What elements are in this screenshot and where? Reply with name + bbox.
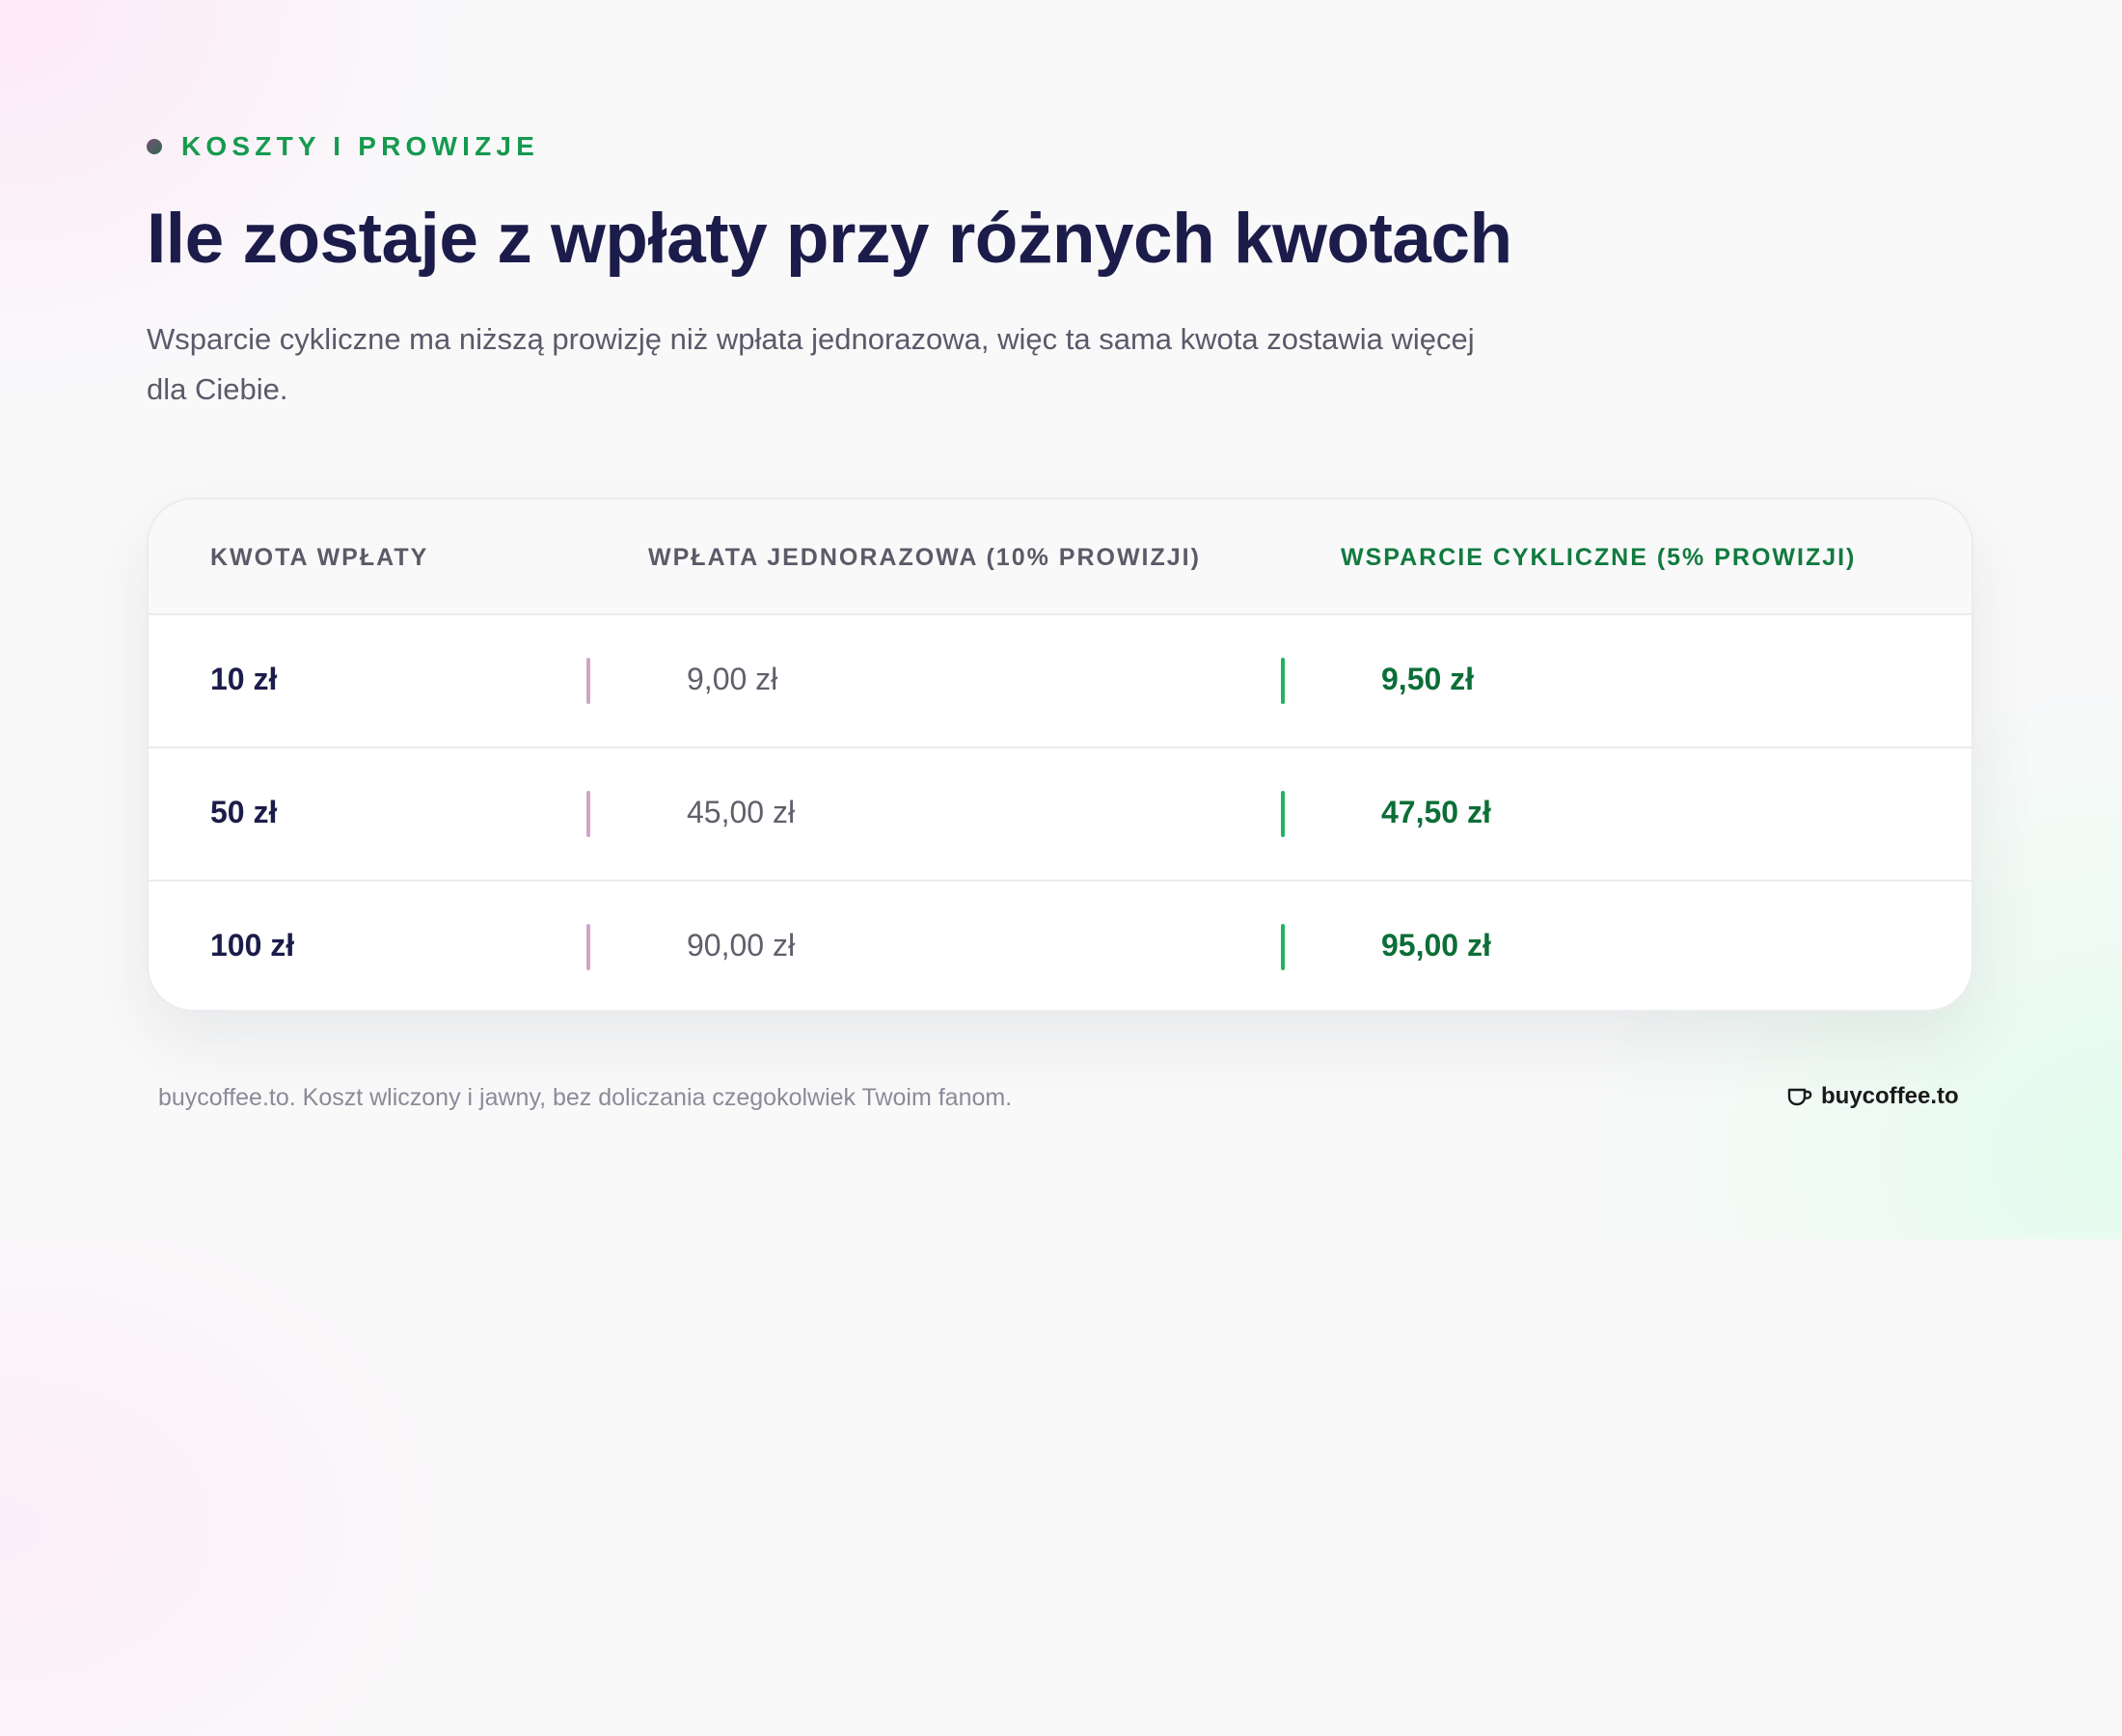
header-amount: KWOTA WPŁATY (210, 544, 429, 571)
page-background-lower (0, 1239, 2122, 1736)
one-time-marker (586, 791, 590, 837)
one-time-marker (586, 924, 590, 970)
recurring-marker (1281, 658, 1285, 704)
amount-cell: 10 zł (210, 662, 278, 696)
recurring-cell: 9,50 zł (1381, 662, 1475, 696)
header-one-time: WPŁATA JEDNORAZOWA (10% PROWIZJI) (648, 544, 1201, 571)
eyebrow-dot-icon (147, 139, 162, 154)
one-time-cell: 9,00 zł (687, 662, 778, 696)
recurring-marker (1281, 924, 1285, 970)
amount-cell: 50 zł (210, 795, 278, 829)
header-recurring: WSPARCIE CYKLICZNE (5% PROWIZJI) (1341, 544, 1857, 571)
amount-cell: 100 zł (210, 928, 295, 963)
page-title: Ile zostaje z wpłaty przy różnych kwotac… (147, 200, 1512, 278)
recurring-cell: 95,00 zł (1381, 928, 1491, 963)
brand-name: buycoffee.to (1821, 1083, 1959, 1109)
eyebrow-label: KOSZTY I PROWIZJE (181, 131, 540, 161)
table-header: KWOTA WPŁATY WPŁATA JEDNORAZOWA (10% PRO… (149, 500, 1972, 615)
table-row: 100 zł 90,00 zł 95,00 zł (149, 882, 1972, 1010)
fees-table: KWOTA WPŁATY WPŁATA JEDNORAZOWA (10% PRO… (147, 498, 1973, 1012)
one-time-cell: 45,00 zł (687, 795, 796, 829)
one-time-marker (586, 658, 590, 704)
table-row: 10 zł 9,00 zł 9,50 zł (149, 615, 1972, 748)
table-row: 50 zł 45,00 zł 47,50 zł (149, 748, 1972, 882)
section-eyebrow: KOSZTY I PROWIZJE (147, 131, 539, 162)
brand-link[interactable]: buycoffee.to (1786, 1083, 1959, 1110)
coffee-cup-icon (1786, 1086, 1813, 1107)
page-subtitle: Wsparcie cykliczne ma niższą prowizję ni… (147, 322, 1475, 406)
one-time-cell: 90,00 zł (687, 928, 796, 963)
recurring-cell: 47,50 zł (1381, 795, 1491, 829)
recurring-marker (1281, 791, 1285, 837)
footer-note: buycoffee.to. Koszt wliczony i jawny, be… (158, 1084, 1013, 1111)
